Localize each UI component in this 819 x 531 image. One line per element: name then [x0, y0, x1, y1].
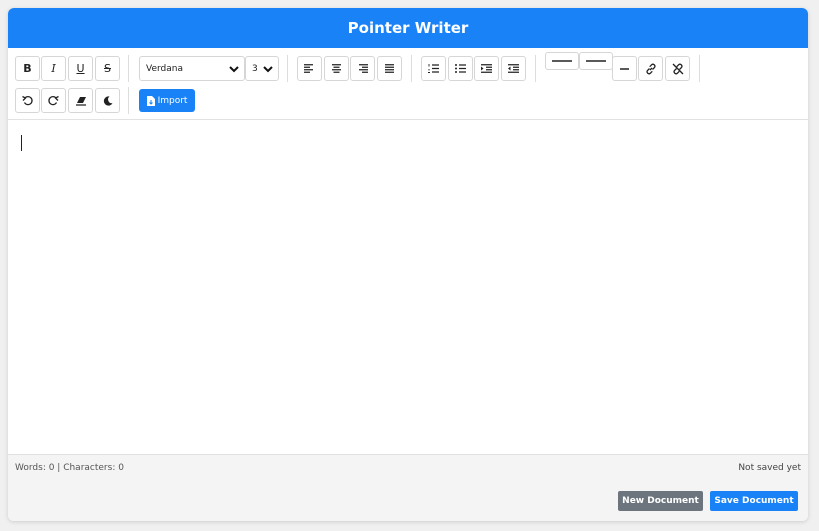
- file-import-icon: [146, 95, 155, 106]
- outdent-button[interactable]: [501, 56, 526, 81]
- align-right-icon: [359, 64, 368, 73]
- save-status: Not saved yet: [738, 463, 801, 473]
- strikethrough-button[interactable]: S: [95, 56, 120, 81]
- horizontal-rule-alt-icon: [586, 60, 606, 62]
- font-family-value: Verdana: [146, 63, 183, 74]
- clear-format-button[interactable]: [68, 88, 93, 113]
- horizontal-rule-button[interactable]: [545, 52, 579, 70]
- toolbar-separator: [535, 55, 536, 82]
- undo-button[interactable]: [15, 88, 40, 113]
- app-window: Pointer Writer B I U S Verdana 3 Import …: [8, 8, 808, 521]
- align-center-button[interactable]: [324, 56, 349, 81]
- redo-button[interactable]: [41, 88, 66, 113]
- indent-button[interactable]: [474, 56, 499, 81]
- footer: Words: 0 | Characters: 0 Not saved yet N…: [8, 454, 808, 521]
- word-count: Words: 0 | Characters: 0: [15, 463, 124, 473]
- outdent-icon: [508, 64, 519, 73]
- toolbar-separator: [699, 55, 700, 82]
- app-title: Pointer Writer: [8, 8, 808, 48]
- undo-icon: [22, 95, 33, 106]
- align-left-button[interactable]: [297, 56, 322, 81]
- align-center-icon: [332, 64, 341, 73]
- new-document-button[interactable]: New Document: [618, 491, 703, 511]
- eraser-icon: [75, 96, 86, 106]
- font-size-select[interactable]: 3: [245, 56, 279, 81]
- ordered-list-button[interactable]: [421, 56, 446, 81]
- unordered-list-button[interactable]: [448, 56, 473, 81]
- ordered-list-icon: [428, 64, 439, 73]
- unlink-button[interactable]: [665, 56, 690, 81]
- import-label: Import: [157, 95, 188, 106]
- text-caret: [21, 135, 22, 151]
- align-left-icon: [304, 64, 313, 73]
- toolbar: B I U S Verdana 3 Import: [8, 48, 808, 120]
- toolbar-separator: [411, 55, 412, 82]
- font-size-value: 3: [252, 63, 258, 74]
- bold-icon: B: [23, 62, 32, 75]
- font-family-select[interactable]: Verdana: [139, 56, 245, 81]
- dash-icon: [620, 67, 629, 70]
- align-right-button[interactable]: [350, 56, 375, 81]
- underline-icon: U: [76, 62, 85, 75]
- chevron-down-icon: [263, 66, 273, 73]
- unordered-list-icon: [455, 64, 466, 73]
- save-document-button[interactable]: Save Document: [710, 491, 798, 511]
- dash-button[interactable]: [612, 56, 637, 81]
- underline-button[interactable]: U: [68, 56, 93, 81]
- italic-icon: I: [51, 62, 56, 75]
- horizontal-rule-icon: [552, 60, 572, 62]
- align-justify-icon: [385, 64, 394, 73]
- toolbar-separator: [128, 87, 129, 114]
- toolbar-separator: [287, 55, 288, 82]
- unlink-icon: [672, 63, 683, 74]
- link-button[interactable]: [638, 56, 663, 81]
- horizontal-rule-alt-button[interactable]: [579, 52, 613, 70]
- toolbar-separator: [128, 55, 129, 82]
- editor-area[interactable]: [8, 120, 808, 454]
- link-icon: [645, 63, 656, 74]
- redo-icon: [48, 95, 59, 106]
- dark-mode-icon: [103, 95, 112, 106]
- italic-button[interactable]: I: [41, 56, 66, 81]
- import-button[interactable]: Import: [139, 89, 195, 112]
- align-justify-button[interactable]: [377, 56, 402, 81]
- bold-button[interactable]: B: [15, 56, 40, 81]
- indent-icon: [481, 64, 492, 73]
- dark-mode-button[interactable]: [95, 88, 120, 113]
- chevron-down-icon: [229, 66, 239, 73]
- strikethrough-icon: S: [104, 62, 111, 75]
